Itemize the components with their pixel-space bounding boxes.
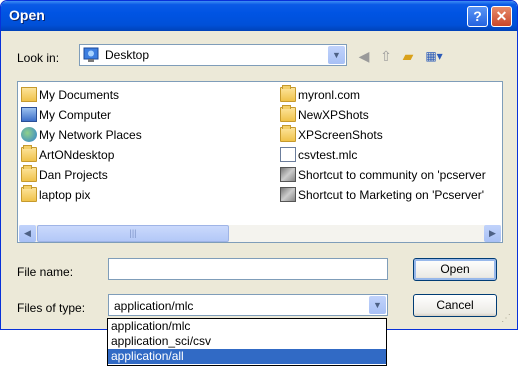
up-folder-icon[interactable]: ⇧ bbox=[377, 47, 395, 65]
title-bar[interactable]: Open ? ✕ bbox=[1, 1, 517, 31]
file-name-input[interactable] bbox=[108, 258, 388, 280]
scroll-right-icon[interactable]: ▶ bbox=[484, 225, 501, 242]
folder-icon bbox=[280, 125, 296, 142]
file-name: Shortcut to community on 'pcserver bbox=[298, 168, 486, 182]
file-name: myronl.com bbox=[298, 88, 361, 102]
network-places-icon bbox=[21, 127, 37, 142]
open-button[interactable]: Open bbox=[413, 258, 497, 281]
chevron-down-icon[interactable]: ▼ bbox=[328, 46, 345, 64]
folder-icon bbox=[280, 105, 296, 122]
folder-icon bbox=[21, 145, 37, 162]
close-button[interactable]: ✕ bbox=[491, 6, 512, 27]
shortcut-icon bbox=[280, 167, 296, 182]
help-button[interactable]: ? bbox=[467, 6, 488, 27]
files-of-type-label: Files of type: bbox=[17, 301, 86, 315]
scrollbar-thumb[interactable]: ||| bbox=[37, 225, 229, 242]
my-computer-icon bbox=[21, 107, 37, 122]
file-name: Shortcut to Marketing on 'Pcserver' bbox=[298, 188, 484, 202]
file-name: My Documents bbox=[39, 88, 120, 102]
file-name: XPScreenShots bbox=[298, 128, 383, 142]
open-dialog: Open ? ✕ Look in: Desktop ▼ ◀ ⇧ ▰ ▦▾ My … bbox=[0, 0, 518, 330]
files-of-type-select[interactable]: application/mlc ▼ bbox=[108, 294, 388, 316]
files-of-type-dropdown[interactable]: application/mlc application_sci/csv appl… bbox=[107, 318, 387, 366]
file-name: laptop pix bbox=[39, 188, 91, 202]
desktop-icon bbox=[83, 47, 99, 62]
file-name: Dan Projects bbox=[39, 168, 108, 182]
file-name: ArtONdesktop bbox=[39, 148, 115, 162]
views-menu-icon[interactable]: ▦▾ bbox=[421, 47, 447, 65]
file-name: csvtest.mlc bbox=[298, 148, 358, 162]
dropdown-option[interactable]: application/mlc bbox=[108, 319, 386, 334]
folder-icon bbox=[21, 165, 37, 182]
resize-grip-icon[interactable]: ⋰ bbox=[501, 313, 513, 325]
my-documents-icon bbox=[21, 87, 37, 102]
horizontal-scrollbar[interactable]: ◀ ||| ▶ bbox=[19, 225, 501, 242]
file-name: NewXPShots bbox=[298, 108, 369, 122]
file-name: My Computer bbox=[39, 108, 112, 122]
document-icon bbox=[280, 147, 296, 162]
look-in-value: Desktop bbox=[105, 48, 150, 62]
chevron-down-icon[interactable]: ▼ bbox=[369, 296, 386, 314]
new-folder-icon[interactable]: ▰ bbox=[399, 47, 417, 65]
dialog-title: Open bbox=[9, 7, 45, 23]
dropdown-option[interactable]: application_sci/csv bbox=[108, 334, 386, 349]
cancel-button[interactable]: Cancel bbox=[413, 294, 497, 317]
files-of-type-value: application/mlc bbox=[114, 299, 194, 313]
scroll-left-icon[interactable]: ◀ bbox=[19, 225, 36, 242]
shortcut-icon bbox=[280, 187, 296, 202]
file-name-label: File name: bbox=[17, 265, 74, 279]
folder-icon bbox=[280, 85, 296, 102]
help-icon: ? bbox=[473, 8, 482, 24]
dropdown-option-selected[interactable]: application/all bbox=[108, 349, 386, 364]
look-in-combobox[interactable]: Desktop ▼ bbox=[79, 44, 347, 66]
look-in-label: Look in: bbox=[17, 51, 60, 65]
close-icon: ✕ bbox=[495, 8, 508, 24]
file-name: My Network Places bbox=[39, 128, 142, 142]
back-icon[interactable]: ◀ bbox=[355, 47, 373, 65]
folder-icon bbox=[21, 185, 37, 202]
file-list[interactable]: My Documents My Computer My Network Plac… bbox=[17, 81, 503, 243]
